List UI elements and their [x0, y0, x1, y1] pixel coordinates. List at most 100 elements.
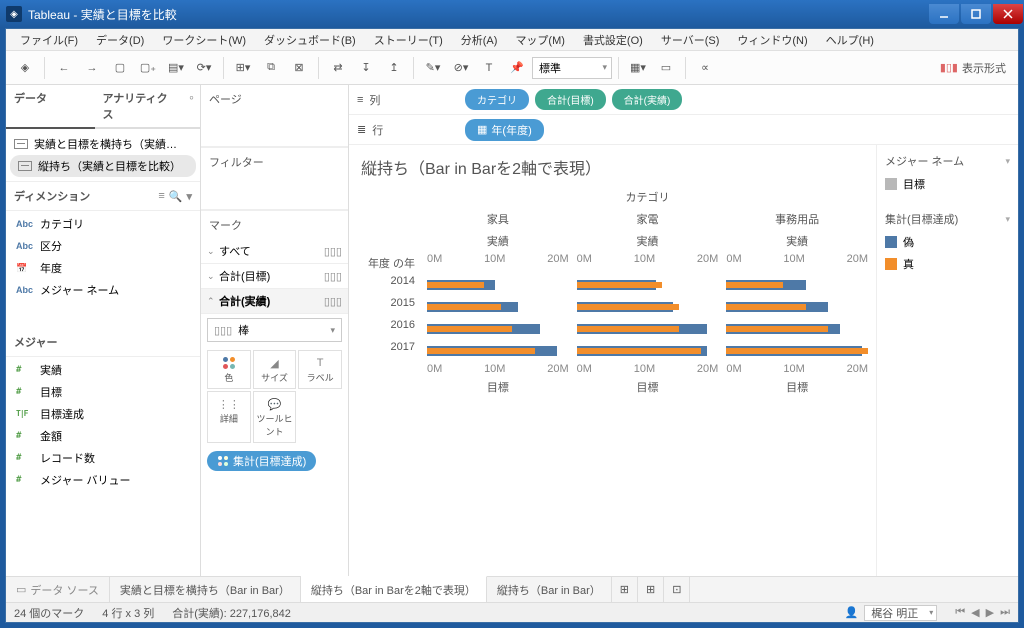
new-worksheet-button[interactable]: ⊞ — [612, 577, 638, 602]
bar-actual[interactable] — [726, 304, 805, 310]
group-button[interactable]: ⊘▾ — [448, 55, 474, 81]
minimize-button[interactable] — [929, 4, 959, 24]
dim-search-icon[interactable]: 🔍 — [169, 190, 183, 203]
highlight-button[interactable]: ✎▾ — [420, 55, 446, 81]
swap-button[interactable]: ⇄ — [325, 55, 351, 81]
viz-title[interactable]: 縦持ち（Bar in Barを2軸で表現） — [353, 151, 872, 187]
first-icon[interactable]: ⏮ — [955, 606, 965, 619]
close-button[interactable] — [993, 4, 1023, 24]
legend-item-true[interactable]: 真 — [881, 253, 1014, 275]
prev-icon[interactable]: ◀ — [971, 606, 979, 619]
meas-amount[interactable]: #金額 — [6, 425, 200, 447]
status-user[interactable]: 👤 梶谷 明正 — [844, 605, 937, 621]
data-pane-menu-icon[interactable]: ◦ — [183, 85, 200, 127]
bar-actual[interactable] — [577, 326, 679, 332]
maximize-button[interactable] — [961, 4, 991, 24]
next-icon[interactable]: ▶ — [986, 606, 994, 619]
save-button[interactable]: ▢ — [107, 55, 133, 81]
menu-dashboard[interactable]: ダッシュボード(B) — [256, 30, 364, 50]
duplicate-button[interactable]: ⧉ — [258, 55, 284, 81]
tableau-logo-icon[interactable]: ◈ — [12, 55, 38, 81]
sheet-tab-1[interactable]: 実績と目標を横持ち（Bar in Bar） — [110, 577, 301, 602]
menu-help[interactable]: ヘルプ(H) — [818, 30, 882, 50]
sort-desc-button[interactable]: ↥ — [381, 55, 407, 81]
pill-year[interactable]: ▦年(年度) — [465, 119, 544, 141]
fit-select[interactable]: 標準 — [532, 57, 612, 79]
marks-all[interactable]: ⌄すべて▯▯▯ — [201, 239, 348, 264]
tab-analytics[interactable]: アナリティクス — [95, 85, 184, 127]
pill-category[interactable]: カテゴリ — [465, 89, 529, 110]
rows-shelf[interactable]: ≣行 ▦年(年度) — [349, 115, 1018, 145]
menu-data[interactable]: データ(D) — [88, 30, 152, 50]
sort-asc-button[interactable]: ↧ — [353, 55, 379, 81]
detail-button[interactable]: ⋮⋮詳細 — [207, 391, 251, 443]
columns-shelf[interactable]: ≡列 カテゴリ 合計(目標) 合計(実績) — [349, 85, 1018, 115]
color-button[interactable]: 色 — [207, 350, 251, 389]
menu-format[interactable]: 書式設定(O) — [575, 30, 651, 50]
tab-data[interactable]: データ — [6, 85, 95, 129]
bar-actual[interactable] — [726, 348, 868, 354]
pill-sum-actual[interactable]: 合計(実績) — [612, 89, 683, 110]
meas-records[interactable]: #レコード数 — [6, 447, 200, 469]
filters-shelf[interactable]: フィルター — [201, 147, 348, 176]
legend-item-false[interactable]: 偽 — [881, 231, 1014, 253]
legend-measure-names[interactable]: メジャー ネーム — [881, 149, 1014, 173]
tooltip-button[interactable]: 💬ツールヒント — [253, 391, 297, 443]
size-button[interactable]: ◢サイズ — [253, 350, 297, 389]
dim-dropdown-icon[interactable]: ▾ — [186, 190, 192, 203]
dim-segment[interactable]: Abc区分 — [6, 235, 200, 257]
label-button[interactable]: Tラベル — [298, 350, 342, 389]
meas-actual[interactable]: #実績 — [6, 359, 200, 381]
pill-goal-attain[interactable]: 集計(目標達成) — [207, 451, 316, 471]
dim-category[interactable]: Abcカテゴリ — [6, 213, 200, 235]
dim-measure-names[interactable]: Abcメジャー ネーム — [6, 279, 200, 301]
share-button[interactable]: ∝ — [692, 55, 718, 81]
bar-actual[interactable] — [726, 326, 828, 332]
new-story-button[interactable]: ⊡ — [664, 577, 690, 602]
new-data-button[interactable]: ▢₊ — [135, 55, 161, 81]
undo-button[interactable]: ← — [51, 55, 77, 81]
bar-actual[interactable] — [726, 282, 783, 288]
cards-button[interactable]: ▦▾ — [625, 55, 651, 81]
legend-attainment[interactable]: 集計(目標達成) — [881, 207, 1014, 231]
bar-actual[interactable] — [577, 282, 662, 288]
mark-type-select[interactable]: ▯▯▯棒 — [207, 318, 342, 342]
redo-button[interactable]: → — [79, 55, 105, 81]
bar-actual[interactable] — [427, 282, 484, 288]
sheet-tab-2[interactable]: 縦持ち（Bar in Barを2軸で表現） — [301, 576, 487, 602]
menu-worksheet[interactable]: ワークシート(W) — [154, 30, 254, 50]
meas-target[interactable]: #目標 — [6, 381, 200, 403]
menu-story[interactable]: ストーリー(T) — [366, 30, 451, 50]
dim-menu-icon[interactable]: ≡ — [158, 190, 164, 203]
legend-item-target[interactable]: 目標 — [881, 173, 1014, 195]
new-dashboard-button[interactable]: ⊞ — [638, 577, 664, 602]
clear-button[interactable]: ⊠ — [286, 55, 312, 81]
refresh-button[interactable]: ⟳▾ — [191, 55, 217, 81]
bar-actual[interactable] — [427, 304, 501, 310]
new-sheet-button[interactable]: ⊞▾ — [230, 55, 256, 81]
dim-year[interactable]: 📅年度 — [6, 257, 200, 279]
bar-actual[interactable] — [577, 304, 679, 310]
marks-target[interactable]: ⌄合計(目標)▯▯▯ — [201, 264, 348, 289]
menu-server[interactable]: サーバー(S) — [653, 30, 728, 50]
show-me-button[interactable]: ▮▯▮ 表示形式 — [940, 60, 1012, 76]
bar-actual[interactable] — [427, 348, 535, 354]
menu-window[interactable]: ウィンドウ(N) — [729, 30, 815, 50]
tab-data-source[interactable]: ▭データ ソース — [6, 577, 110, 602]
bar-actual[interactable] — [577, 348, 702, 354]
viz-canvas[interactable]: 縦持ち（Bar in Barを2軸で表現） カテゴリ家具家電事務用品実績実績実績… — [349, 145, 876, 576]
meas-attain[interactable]: T|F目標達成 — [6, 403, 200, 425]
pages-shelf[interactable]: ページ — [201, 85, 348, 113]
menu-map[interactable]: マップ(M) — [507, 30, 573, 50]
pill-sum-target[interactable]: 合計(目標) — [535, 89, 606, 110]
last-icon[interactable]: ⏭ — [1000, 606, 1010, 619]
pin-button[interactable]: 📌 — [504, 55, 530, 81]
marks-actual[interactable]: ⌃合計(実績)▯▯▯ — [201, 289, 348, 314]
label-button[interactable]: T — [476, 55, 502, 81]
presentation-button[interactable]: ▭ — [653, 55, 679, 81]
auto-update-button[interactable]: ▤▾ — [163, 55, 189, 81]
data-source-2[interactable]: 縦持ち（実績と目標を比較） — [10, 155, 196, 177]
menu-analysis[interactable]: 分析(A) — [453, 30, 506, 50]
bar-actual[interactable] — [427, 326, 512, 332]
menu-file[interactable]: ファイル(F) — [12, 30, 86, 50]
